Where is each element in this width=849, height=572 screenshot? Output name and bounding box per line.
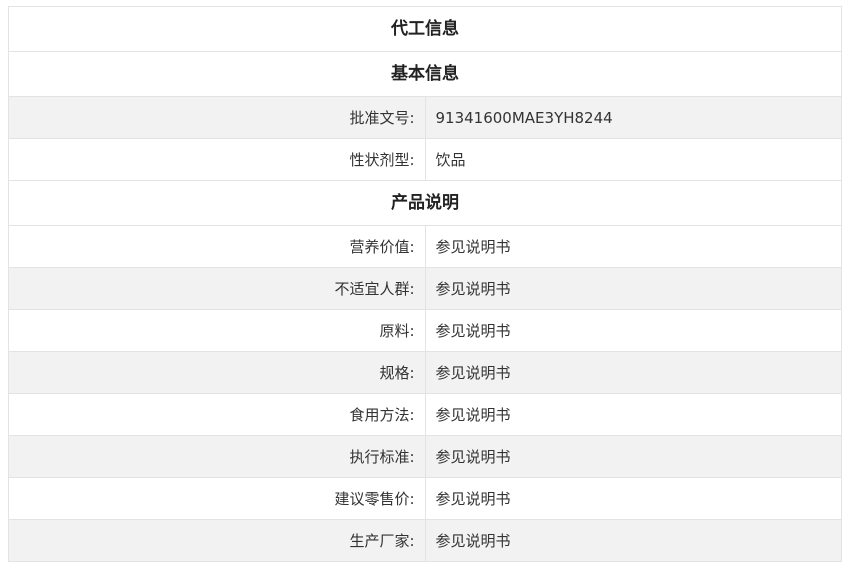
section-header-product: 产品说明 <box>8 180 842 226</box>
section-header-oem: 代工信息 <box>8 6 842 52</box>
row-value: 参见说明书 <box>424 309 842 352</box>
row-label: 原料: <box>8 309 426 352</box>
row-value: 参见说明书 <box>424 225 842 268</box>
section-title-basic: 基本信息 <box>8 51 842 97</box>
table-row-manufacturer: 生产厂家: 参见说明书 <box>8 519 842 562</box>
table-row-usage: 食用方法: 参见说明书 <box>8 393 842 436</box>
table-row-standard: 执行标准: 参见说明书 <box>8 435 842 478</box>
row-value: 饮品 <box>424 138 842 181</box>
row-label: 批准文号: <box>8 96 426 139</box>
row-label: 执行标准: <box>8 435 426 478</box>
row-label: 建议零售价: <box>8 477 426 520</box>
row-label: 不适宜人群: <box>8 267 426 310</box>
section-title-oem: 代工信息 <box>8 6 842 52</box>
row-value: 91341600MAE3YH8244 <box>424 96 842 139</box>
row-value: 参见说明书 <box>424 519 842 562</box>
row-label: 营养价值: <box>8 225 426 268</box>
table-row-approval-number: 批准文号: 91341600MAE3YH8244 <box>8 96 842 139</box>
row-value: 参见说明书 <box>424 351 842 394</box>
row-value: 参见说明书 <box>424 393 842 436</box>
table-row-dosage-form: 性状剂型: 饮品 <box>8 138 842 181</box>
row-value: 参见说明书 <box>424 267 842 310</box>
product-info-table: 代工信息 基本信息 批准文号: 91341600MAE3YH8244 性状剂型:… <box>8 6 842 562</box>
section-title-product: 产品说明 <box>8 180 842 226</box>
table-row-specification: 规格: 参见说明书 <box>8 351 842 394</box>
row-label: 规格: <box>8 351 426 394</box>
row-value: 参见说明书 <box>424 477 842 520</box>
table-row-unsuitable-people: 不适宜人群: 参见说明书 <box>8 267 842 310</box>
row-label: 性状剂型: <box>8 138 426 181</box>
row-label: 生产厂家: <box>8 519 426 562</box>
row-value: 参见说明书 <box>424 435 842 478</box>
row-label: 食用方法: <box>8 393 426 436</box>
section-header-basic: 基本信息 <box>8 51 842 97</box>
table-row-retail-price: 建议零售价: 参见说明书 <box>8 477 842 520</box>
table-row-nutrition: 营养价值: 参见说明书 <box>8 225 842 268</box>
table-row-ingredients: 原料: 参见说明书 <box>8 309 842 352</box>
